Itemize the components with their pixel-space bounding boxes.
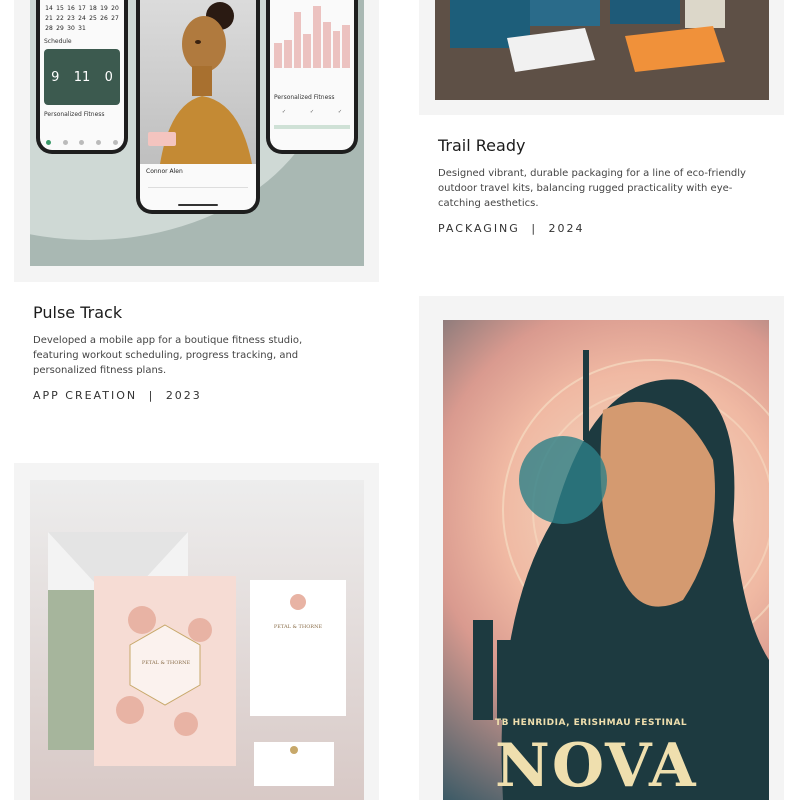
nav-profile-icon (96, 139, 102, 145)
phone-mockup-left: 14 15 16 17 18 19 20 21 22 23 24 25 26 27 28 29 30 31 S… (36, 0, 128, 154)
calendar-row: 28 29 30 31 (40, 25, 124, 32)
calendar-day: 27 (111, 15, 119, 22)
poster-subtitle: TB HENRIDIA, ERISHMAU FESTINAL (495, 718, 688, 728)
fitness-progress-strip (274, 125, 350, 129)
nav-settings-icon (113, 139, 119, 145)
nav-home-icon (45, 139, 51, 145)
insert-card-text: PETAL & THORNE (273, 624, 323, 630)
pulse-track-description: Developed a mobile app for a boutique fi… (33, 335, 303, 376)
pulse-track-image[interactable]: 14 15 16 17 18 19 20 21 22 23 24 25 26 27 28 29 30 31 S… (30, 0, 364, 266)
pulse-track-title[interactable]: Pulse Track (33, 303, 122, 322)
poster-title: NOVA (495, 731, 698, 800)
progress-bar (293, 12, 302, 68)
calendar-day: 31 (78, 25, 86, 32)
meta-separator: | (148, 389, 155, 402)
fitness-icons-row: ✓ ✓ ✓ (270, 109, 354, 115)
calendar-day: 29 (56, 25, 64, 32)
year-label: 2024 (548, 222, 585, 235)
progress-bar (322, 21, 331, 68)
fitness-plan-icon: ✓ (281, 109, 287, 115)
calendar-row: 14 15 16 17 18 19 20 (40, 5, 124, 12)
packaging-photo (435, 0, 769, 100)
invitation-suite-photo (48, 532, 346, 786)
schedule-value: 11 (73, 69, 91, 85)
nav-calendar-icon (62, 139, 68, 145)
fitness-plan-icon: ✓ (337, 109, 343, 115)
trail-ready-image[interactable] (435, 0, 769, 100)
pulse-track-meta: APP CREATION | 2023 (33, 389, 202, 402)
schedule-value: 9 (51, 69, 60, 85)
progress-bar-chart (274, 6, 350, 68)
calendar-day: 20 (111, 5, 119, 12)
meta-separator: | (531, 222, 538, 235)
schedule-value: 0 (104, 69, 113, 85)
phone-input-field (148, 180, 248, 188)
calendar-day: 25 (89, 15, 97, 22)
portrait-photo (140, 0, 256, 164)
nova-poster-illustration (473, 350, 769, 800)
progress-bar (332, 30, 341, 68)
fitness-plan-icon: ✓ (309, 109, 315, 115)
progress-bar (283, 40, 292, 68)
calendar-day (99, 25, 109, 32)
phone-screen-chart: Personalized Fitness ✓ ✓ ✓ (270, 0, 354, 150)
calendar-day: 22 (56, 15, 64, 22)
calendar-day: 28 (45, 25, 53, 32)
calendar-day: 15 (56, 5, 64, 12)
nova-poster-image[interactable]: TB HENRIDIA, ERISHMAU FESTINAL NOVA (443, 320, 769, 800)
calendar-day: 24 (78, 15, 86, 22)
nav-chart-icon (79, 139, 85, 145)
trail-ready-description: Designed vibrant, durable packaging for … (438, 168, 746, 209)
invitation-card-text: PETAL & THORNE (141, 660, 191, 666)
calendar-day: 23 (67, 15, 75, 22)
category-label: APP CREATION (33, 389, 138, 402)
progress-bar (274, 43, 282, 68)
calendar-row: 21 22 23 24 25 26 27 (40, 15, 124, 22)
year-label: 2023 (165, 389, 202, 402)
phone-mockup-right: Personalized Fitness ✓ ✓ ✓ (266, 0, 358, 154)
calendar-day: 18 (89, 5, 97, 12)
progress-bar (342, 24, 350, 68)
phone-screen-calendar: 14 15 16 17 18 19 20 21 22 23 24 25 26 27 28 29 30 31 S… (40, 0, 124, 150)
progress-bar (303, 33, 311, 68)
petal-thorne-image[interactable]: PETAL & THORNE PETAL & THORNE (30, 480, 364, 800)
trail-ready-title[interactable]: Trail Ready (438, 136, 525, 155)
fitness-label-right: Personalized Fitness (274, 94, 335, 101)
calendar-day: 16 (67, 5, 75, 12)
schedule-label: Schedule (44, 38, 72, 45)
calendar-day (110, 25, 120, 32)
progress-bar (313, 6, 321, 68)
calendar-day: 26 (100, 15, 108, 22)
calendar-day: 30 (67, 25, 75, 32)
calendar-day: 14 (45, 5, 53, 12)
calendar-day: 17 (78, 5, 86, 12)
category-label: PACKAGING (438, 222, 520, 235)
phone-mockup-center: Connor Alen (136, 0, 260, 214)
phone-screen-portrait: Connor Alen (140, 0, 256, 210)
pink-tag (148, 132, 176, 146)
calendar-day: 19 (100, 5, 108, 12)
trail-ready-meta: PACKAGING | 2024 (438, 222, 585, 235)
phone-nav-bar (40, 134, 124, 150)
calendar-day: 21 (45, 15, 53, 22)
calendar-day (88, 25, 98, 32)
portrait-caption: Connor Alen (146, 168, 183, 175)
home-indicator (178, 204, 218, 206)
fitness-label: Personalized Fitness (44, 111, 105, 118)
schedule-card: 9 11 0 (44, 49, 120, 105)
